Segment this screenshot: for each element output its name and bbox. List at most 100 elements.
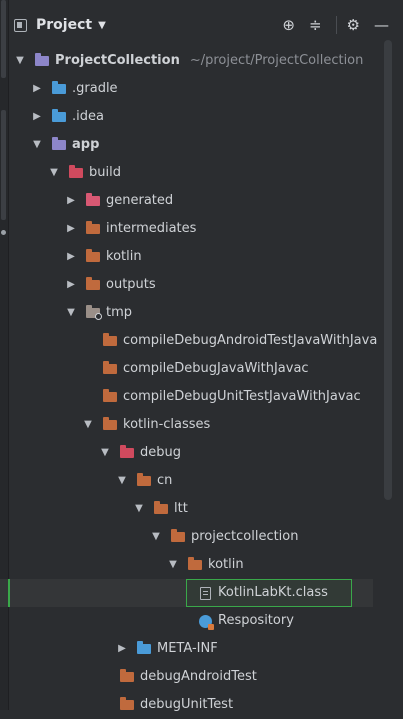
meta-inf-label: META-INF — [157, 641, 218, 656]
folder-icon — [86, 249, 100, 262]
tree-row-build[interactable]: ▼ build — [47, 159, 121, 187]
chevron-right-icon[interactable]: ▶ — [64, 215, 78, 243]
chevron-right-icon[interactable]: ▶ — [30, 75, 44, 103]
folder-icon — [188, 557, 202, 570]
folder-icon — [120, 669, 134, 682]
cn-label: cn — [157, 473, 173, 488]
build-label: build — [89, 165, 121, 180]
tree-row-compile-android-test[interactable]: compileDebugAndroidTestJavaWithJava — [81, 327, 377, 355]
panel-title[interactable]: Project — [36, 17, 92, 33]
vertical-scrollbar[interactable] — [384, 40, 392, 500]
tree-row-kotlinlabkt[interactable]: KotlinLabKt.class — [176, 579, 328, 607]
chevron-down-icon[interactable]: ▼ — [149, 523, 163, 551]
repository-label: Respository — [218, 613, 294, 628]
app-label: app — [72, 137, 100, 152]
focus-marker — [8, 579, 10, 607]
excluded-folder-icon — [69, 165, 83, 178]
debug-folder-icon — [120, 445, 134, 458]
tree-row-ltt[interactable]: ▼ ltt — [132, 495, 188, 523]
debug-label: debug — [140, 445, 181, 460]
tree-row-idea[interactable]: ▶ .idea — [30, 103, 104, 131]
generated-folder-icon — [86, 193, 100, 206]
tree-row-debug-unit-test[interactable]: debugUnitTest — [98, 691, 233, 719]
kotlin-package-label: kotlin — [208, 557, 244, 572]
chevron-right-icon[interactable]: ▶ — [64, 187, 78, 215]
chevron-down-icon[interactable]: ▼ — [47, 159, 61, 187]
projectcollection-label: projectcollection — [191, 529, 299, 544]
folder-icon — [171, 529, 185, 542]
panel-toolbar: ⊕ ≑ ⚙ — — [282, 10, 403, 40]
chevron-down-icon[interactable]: ▼ — [166, 551, 180, 579]
tree-row-compile-debug[interactable]: compileDebugJavaWithJavac — [81, 355, 309, 383]
idea-label: .idea — [72, 109, 104, 124]
tree-row-outputs[interactable]: ▶ outputs — [64, 271, 156, 299]
panel-header: Project ▼ ⊕ ≑ ⚙ — — [8, 10, 403, 40]
folder-icon — [137, 641, 151, 654]
toolbar-divider — [335, 16, 337, 34]
tree-row-kotlin-classes[interactable]: ▼ kotlin-classes — [81, 411, 210, 439]
gradle-label: .gradle — [72, 81, 118, 96]
tree-row-intermediates[interactable]: ▶ intermediates — [64, 215, 196, 243]
chevron-down-icon[interactable]: ▼ — [30, 131, 44, 159]
outputs-label: outputs — [106, 277, 156, 292]
folder-icon — [103, 389, 117, 402]
tree-row-app[interactable]: ▼ app — [30, 131, 99, 159]
tree-row-projectcollection[interactable]: ▼ projectcollection — [149, 523, 299, 551]
collapse-all-icon[interactable]: ≑ — [309, 16, 322, 34]
settings-icon[interactable]: ⚙ — [347, 16, 360, 34]
tree-row-gradle[interactable]: ▶ .gradle — [30, 75, 118, 103]
folder-icon — [86, 221, 100, 234]
chevron-down-icon[interactable]: ▼ — [115, 467, 129, 495]
tree-row-debug-android-test[interactable]: debugAndroidTest — [98, 663, 257, 691]
locate-icon[interactable]: ⊕ — [282, 16, 295, 34]
tree-row-generated[interactable]: ▶ generated — [64, 187, 173, 215]
tree-row-meta-inf[interactable]: ▶ META-INF — [115, 635, 218, 663]
class-file-icon — [199, 586, 211, 600]
folder-icon — [52, 109, 66, 122]
chevron-right-icon[interactable]: ▶ — [115, 635, 129, 663]
kotlin-classes-label: kotlin-classes — [123, 417, 211, 432]
hide-icon[interactable]: — — [374, 16, 389, 34]
chevron-down-icon[interactable]: ▼ — [98, 439, 112, 467]
temp-folder-icon — [86, 305, 102, 320]
folder-icon — [137, 473, 151, 486]
tree-row-kotlin[interactable]: ▶ kotlin — [64, 243, 142, 271]
tree-row-compile-unit-test[interactable]: compileDebugUnitTestJavaWithJavac — [81, 383, 361, 411]
tree-row-repository[interactable]: Respository — [176, 607, 294, 635]
chevron-right-icon[interactable]: ▶ — [64, 271, 78, 299]
tree-row-cn[interactable]: ▼ cn — [115, 467, 172, 495]
chevron-down-icon[interactable]: ▼ — [64, 299, 78, 327]
intermediates-label: intermediates — [106, 221, 197, 236]
tree-row-debug[interactable]: ▼ debug — [98, 439, 181, 467]
kotlin-label: kotlin — [106, 249, 142, 264]
folder-icon — [103, 361, 117, 374]
ltt-label: ltt — [174, 501, 188, 516]
folder-icon — [120, 697, 134, 710]
chevron-down-icon[interactable]: ▼ — [13, 47, 27, 75]
tmp-label: tmp — [106, 305, 133, 320]
chevron-down-icon[interactable]: ▼ — [98, 20, 106, 31]
side-dot — [1, 230, 6, 235]
project-window-icon — [14, 18, 27, 32]
side-tab-mark[interactable] — [1, 0, 6, 78]
debug-android-test-label: debugAndroidTest — [140, 669, 257, 684]
compile-debug-label: compileDebugJavaWithJavac — [123, 361, 309, 376]
tree-row-tmp[interactable]: ▼ tmp — [64, 299, 132, 327]
compile-android-test-label: compileDebugAndroidTestJavaWithJava — [123, 333, 378, 348]
folder-icon — [154, 501, 168, 514]
debug-unit-test-label: debugUnitTest — [140, 697, 234, 712]
chevron-down-icon[interactable]: ▼ — [132, 495, 146, 523]
kotlin-class-icon — [198, 614, 214, 630]
chevron-down-icon[interactable]: ▼ — [81, 411, 95, 439]
chevron-right-icon[interactable]: ▶ — [30, 103, 44, 131]
tree-row-kotlin-package[interactable]: ▼ kotlin — [166, 551, 244, 579]
root-path: ~/project/ProjectCollection — [189, 53, 364, 68]
folder-icon — [103, 417, 117, 430]
selected-file-label: KotlinLabKt.class — [218, 585, 328, 600]
root-name: ProjectCollection — [55, 53, 180, 68]
folder-icon — [35, 53, 49, 66]
module-folder-icon — [52, 137, 66, 150]
chevron-right-icon[interactable]: ▶ — [64, 243, 78, 271]
side-tab-mark[interactable] — [1, 110, 6, 220]
tree-row-root[interactable]: ▼ ProjectCollection ~/project/ProjectCol… — [13, 47, 363, 75]
